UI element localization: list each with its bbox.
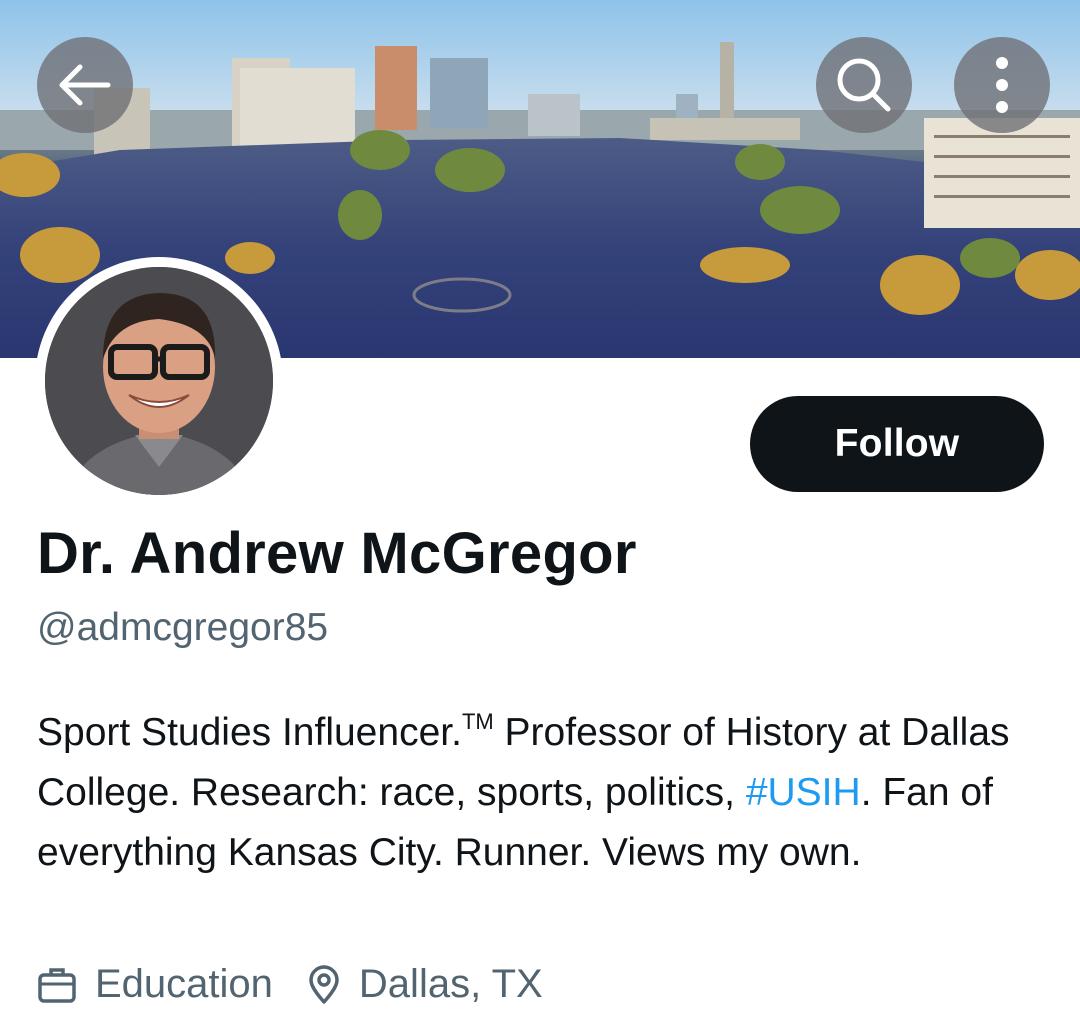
briefcase-icon [38, 967, 76, 1003]
avatar-photo-image [45, 267, 273, 495]
location-label: Dallas, TX [358, 962, 543, 1006]
profile-location: Dallas, TX [307, 962, 543, 1007]
search-button[interactable] [816, 37, 912, 133]
arrow-left-icon [59, 64, 111, 106]
follow-button[interactable]: Follow [750, 396, 1044, 492]
profile-bio: Sport Studies Influencer.TM Professor of… [37, 692, 1047, 883]
more-vertical-icon [996, 57, 1008, 113]
display-name: Dr. Andrew McGregor [37, 521, 637, 586]
bio-text-1: Sport Studies Influencer. [37, 711, 462, 754]
user-handle: @admcgregor85 [37, 606, 329, 649]
search-icon [837, 58, 891, 112]
category-label: Education [95, 962, 273, 1006]
hashtag-link[interactable]: #USIH [746, 771, 861, 814]
avatar[interactable] [45, 267, 273, 495]
back-button[interactable] [37, 37, 133, 133]
avatar-ring[interactable] [35, 257, 283, 505]
location-pin-icon [309, 964, 339, 1004]
profile-meta: Education Dallas, TX [37, 962, 543, 1007]
more-options-button[interactable] [954, 37, 1050, 133]
profile-category: Education [37, 962, 273, 1007]
trademark-mark: TM [461, 709, 494, 734]
